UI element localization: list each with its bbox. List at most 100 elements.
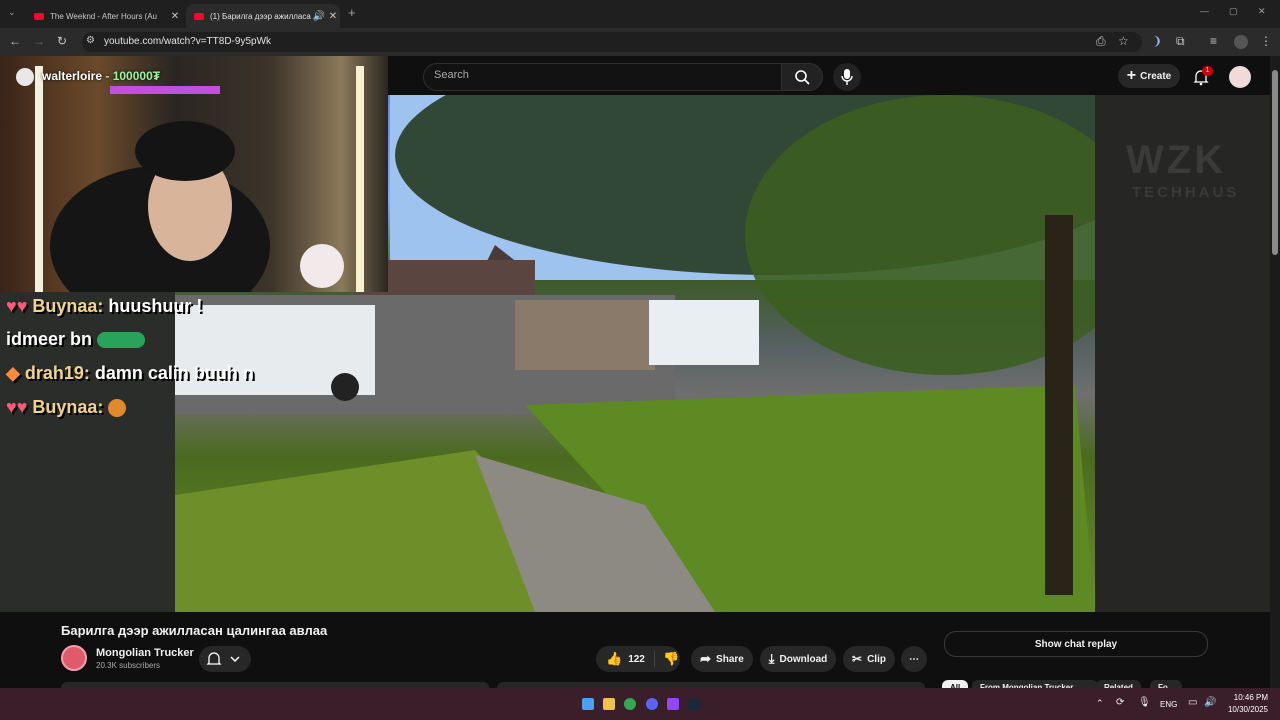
voice-search-button[interactable] <box>833 63 861 91</box>
chat-text: huushuur ! <box>108 296 203 316</box>
chat-username: Buynaa: <box>32 397 104 417</box>
more-actions-button[interactable]: ⋯ <box>901 646 927 672</box>
chat-username: drah19: <box>24 363 90 383</box>
youtube-favicon-icon <box>34 12 44 20</box>
streamer-avatar <box>16 68 34 86</box>
youtube-favicon-icon <box>194 12 204 20</box>
thumbs-up-icon: 👍 <box>606 651 623 666</box>
more-dots-icon: ⋯ <box>909 653 919 665</box>
scrollbar-thumb[interactable] <box>1272 70 1278 255</box>
reload-icon[interactable]: ↻ <box>57 34 67 48</box>
share-button[interactable]: ➦ Share <box>691 646 753 672</box>
chat-message: ◆ drah19: damn calin buuh n <box>6 363 254 384</box>
bookmark-star-icon[interactable]: ☆ <box>1118 34 1129 48</box>
tray-microphone-icon[interactable]: 🎙 <box>1138 697 1151 708</box>
tab-the-weeknd[interactable]: The Weeknd - After Hours (Au ✕ <box>26 4 182 28</box>
tray-network-icon[interactable]: ▭ <box>1188 697 1197 708</box>
input-language[interactable]: ENG <box>1160 700 1177 709</box>
channel-avatar[interactable] <box>61 645 87 671</box>
media-control-icon[interactable]: ≡ <box>1210 34 1217 48</box>
emote-icon <box>108 399 127 418</box>
search-icon <box>795 70 810 85</box>
share-label: Share <box>716 653 744 665</box>
clock-time[interactable]: 10:46 PM <box>1232 693 1268 702</box>
create-label: Create <box>1140 70 1172 82</box>
watermark-logo-techhaus: TECHHAUS <box>1132 184 1240 201</box>
webcam-scene <box>35 66 364 292</box>
start-windows-icon[interactable] <box>582 698 594 710</box>
create-button[interactable]: + Create <box>1118 64 1180 88</box>
emote-icon <box>97 332 146 349</box>
chat-username: Buynaa: <box>32 296 104 316</box>
streamer-name: walterloire <box>42 69 103 83</box>
back-icon[interactable]: ← <box>9 34 21 48</box>
tray-overflow-chevron-icon[interactable]: ⌃ <box>1096 698 1104 709</box>
profile-avatar[interactable] <box>1234 35 1248 49</box>
forward-icon[interactable]: → <box>33 34 45 48</box>
chat-badges-icon: ◆ <box>6 363 20 383</box>
steam-icon[interactable] <box>688 698 700 710</box>
tray-sync-icon[interactable]: ⟳ <box>1116 697 1124 708</box>
chat-badges-icon: ♥♥ <box>6 397 28 417</box>
thumbs-down-icon: 👎 <box>663 651 680 666</box>
browser-tab-strip: ⌄ The Weeknd - After Hours (Au ✕ (1) Бар… <box>0 0 1280 28</box>
close-icon[interactable]: ✕ <box>326 11 340 22</box>
chat-text: damn calin buuh n <box>94 363 254 383</box>
streamer-points: - 100000₮ <box>105 69 161 83</box>
download-icon: ⤓ <box>768 651 775 666</box>
chat-badges-icon: ♥♥ <box>6 296 28 316</box>
download-label: Download <box>779 653 828 665</box>
windows-taskbar <box>0 688 1280 720</box>
video-title: Барилга дээр ажилласан цалингаа авлаа <box>61 623 328 638</box>
close-icon[interactable]: ✕ <box>168 11 182 22</box>
search-button[interactable] <box>781 63 823 91</box>
extension-icon[interactable]: ❩ <box>1152 34 1162 48</box>
discord-icon[interactable] <box>646 698 658 710</box>
share-icon: ➦ <box>700 651 712 666</box>
like-dislike-group: 👍 122 👎 <box>596 646 680 672</box>
notification-badge: 1 <box>1202 66 1213 76</box>
scissors-icon: ✂ <box>852 652 863 666</box>
extensions-puzzle-icon[interactable]: ⧉ <box>1176 34 1185 49</box>
tab-title: (1) Барилга дээр ажилласа <box>210 11 311 21</box>
tray-volume-icon[interactable]: 🔊 <box>1204 697 1216 708</box>
clock-date[interactable]: 10/30/2025 <box>1224 705 1268 714</box>
menu-kebab-icon[interactable]: ⋮ <box>1260 34 1272 48</box>
clip-button[interactable]: ✂ Clip <box>843 646 895 672</box>
streamer-webcam <box>0 56 388 292</box>
url-text[interactable]: youtube.com/watch?v=TT8D-9y5pWk <box>104 36 271 47</box>
channel-name[interactable]: Mongolian Trucker <box>96 647 194 659</box>
dislike-button[interactable]: 👎 <box>654 651 679 667</box>
file-explorer-icon[interactable] <box>603 698 615 710</box>
account-avatar[interactable] <box>1229 66 1251 88</box>
microphone-icon <box>841 69 853 85</box>
plus-icon: + <box>1126 67 1137 84</box>
speaker-icon[interactable]: 🔊 <box>312 11 326 22</box>
site-info-icon[interactable]: ⚙ <box>86 35 95 46</box>
chat-message: ♥♥ Buynaa: huushuur ! <box>6 296 202 317</box>
tab-title: The Weeknd - After Hours (Au <box>50 11 158 21</box>
subscribe-bell-button[interactable] <box>199 646 251 672</box>
chat-text: idmeer bn <box>6 329 93 349</box>
clip-label: Clip <box>867 653 886 665</box>
twitch-icon[interactable] <box>667 698 679 710</box>
tab-list-chevron-icon[interactable]: ⌄ <box>8 7 16 18</box>
show-chat-replay-button[interactable]: Show chat replay <box>944 631 1208 657</box>
watermark-logo-wzk: WZK <box>1126 138 1227 182</box>
download-button[interactable]: ⤓ Download <box>760 646 836 672</box>
chrome-icon[interactable] <box>624 698 636 710</box>
subscriber-count: 20.3K subscribers <box>96 661 161 670</box>
maximize-icon[interactable]: ▢ <box>1229 6 1238 17</box>
like-count: 122 <box>628 653 645 665</box>
install-app-icon[interactable]: ⎙ <box>1096 34 1106 49</box>
bell-icon <box>206 652 240 665</box>
minimize-icon[interactable]: — <box>1200 6 1209 16</box>
chat-message: ♥♥ Buynaa: <box>6 397 127 418</box>
search-placeholder: Search <box>434 69 469 81</box>
new-tab-icon[interactable]: + <box>348 5 356 20</box>
close-window-icon[interactable]: ✕ <box>1258 6 1266 17</box>
streamer-label: walterloire - 100000₮ <box>42 69 160 83</box>
search-input[interactable] <box>423 63 783 91</box>
like-button[interactable]: 👍 122 <box>596 651 654 667</box>
tab-active-video[interactable]: (1) Барилга дээр ажилласа 🔊 ✕ <box>186 4 340 28</box>
